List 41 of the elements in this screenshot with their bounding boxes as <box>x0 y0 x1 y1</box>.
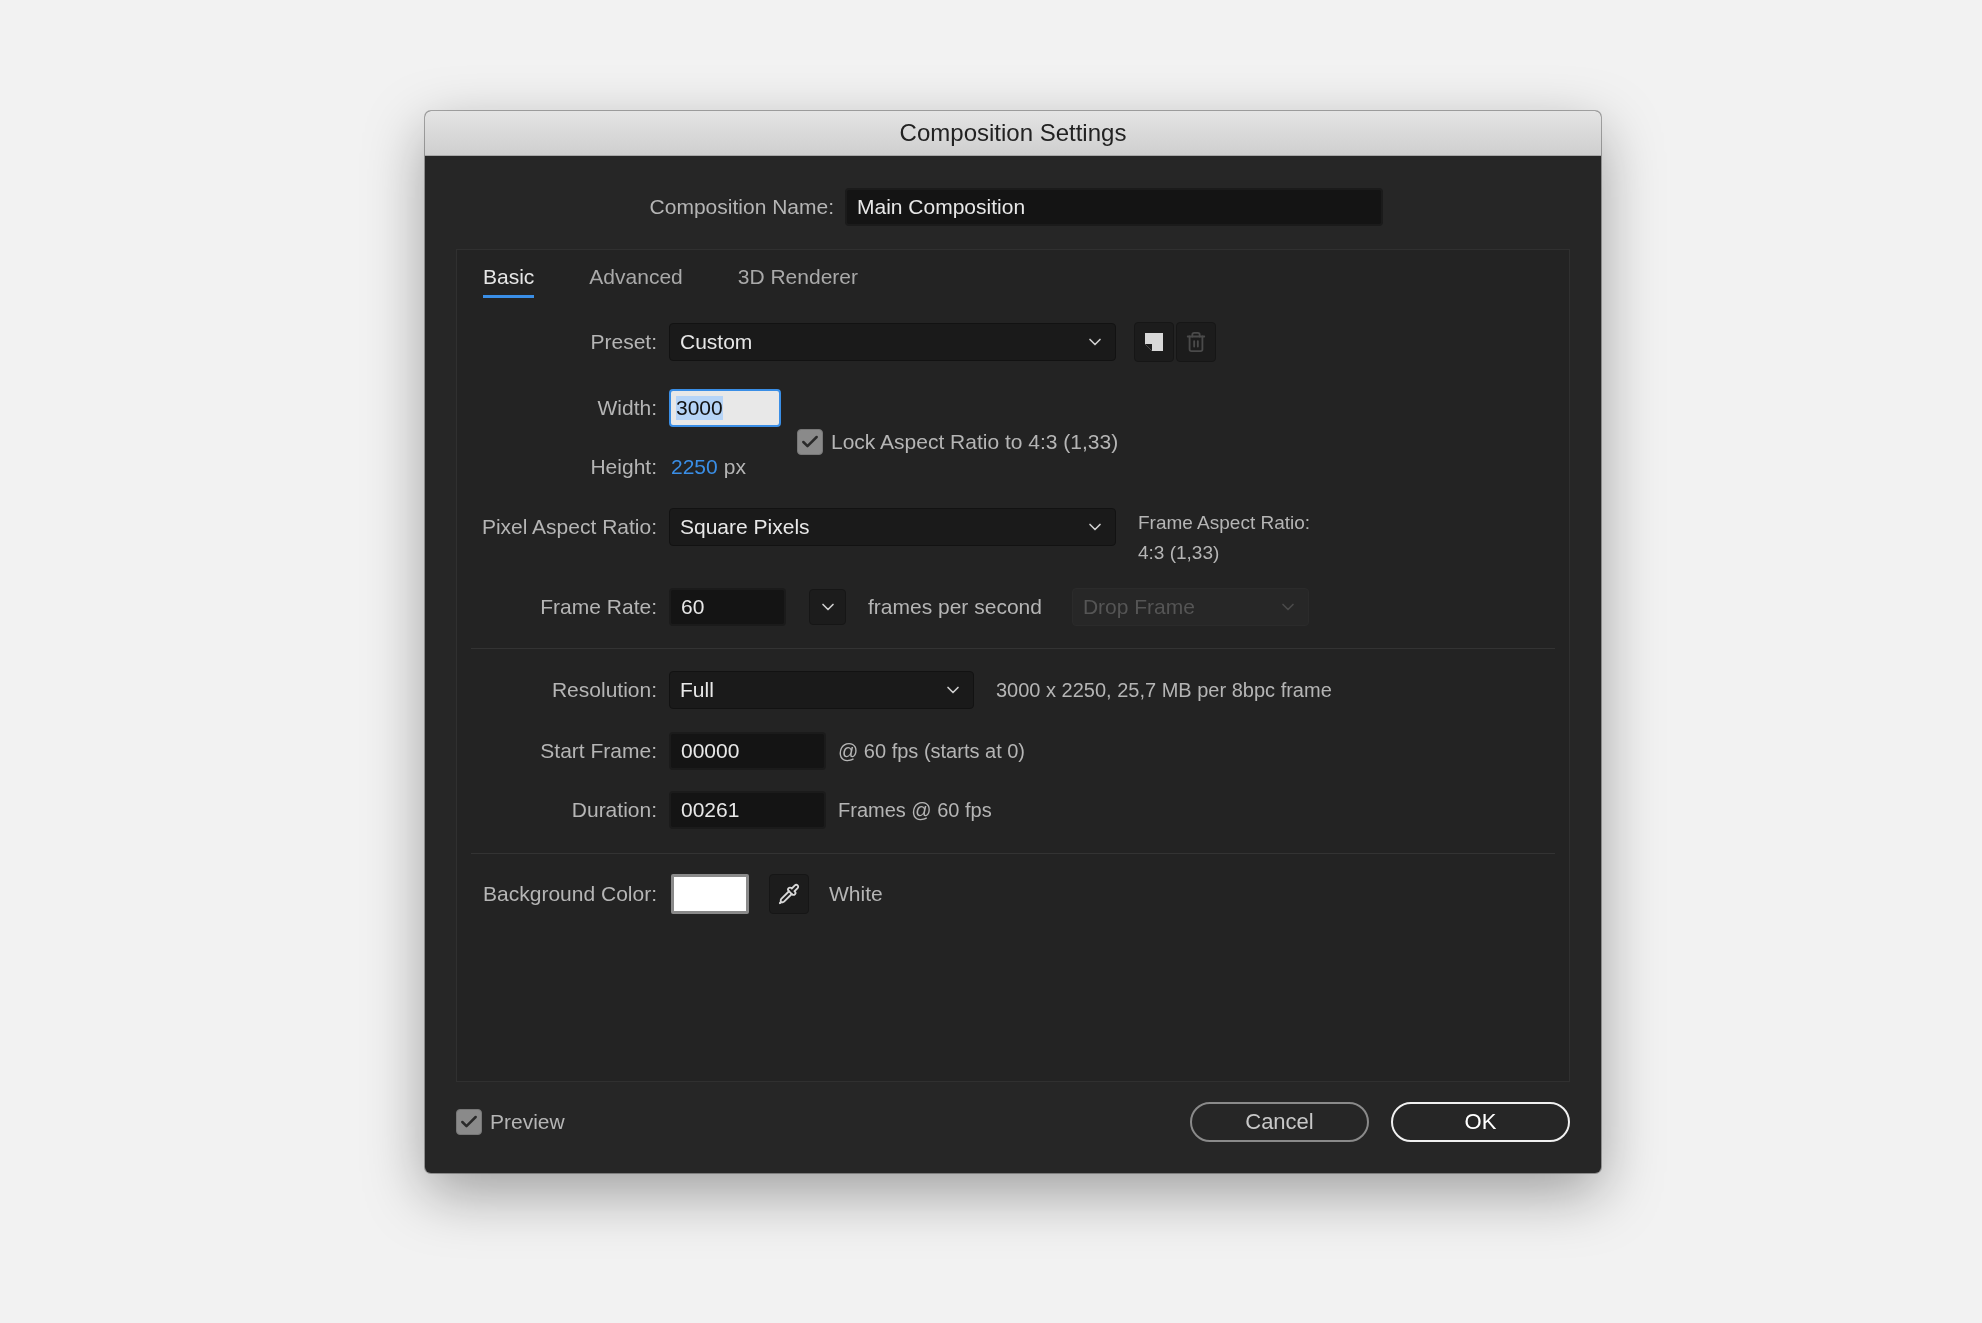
info-text: Frame Aspect Ratio: <box>1138 511 1311 535</box>
input-field[interactable]: 60 <box>669 588 786 626</box>
trash-icon <box>1185 331 1207 353</box>
input-field[interactable]: 3000 <box>669 389 781 427</box>
info-text: Frames @ 60 fps <box>838 798 992 822</box>
cancel-button[interactable]: Cancel <box>1190 1102 1369 1142</box>
field-label: Width: <box>596 395 657 421</box>
eyedropper-icon <box>778 883 800 905</box>
ok-button[interactable]: OK <box>1391 1102 1570 1142</box>
input-field[interactable]: 00261 <box>669 791 826 829</box>
field-label: Pixel Aspect Ratio: <box>480 514 657 540</box>
field-label: Start Frame: <box>539 738 657 764</box>
field-label: Background Color: <box>482 881 657 907</box>
field-label: Height: <box>589 454 657 480</box>
icon-button[interactable] <box>1134 322 1174 362</box>
tab[interactable]: Advanced <box>589 258 683 298</box>
field-label: Frame Rate: <box>539 594 657 620</box>
eyedropper-button[interactable] <box>769 874 809 914</box>
checkbox[interactable]: Preview <box>456 1109 565 1135</box>
input-field[interactable]: Main Composition <box>845 188 1383 226</box>
dropdown[interactable]: Square Pixels <box>669 508 1116 546</box>
dropdown[interactable]: Full <box>669 671 974 709</box>
color-swatch[interactable] <box>671 874 749 914</box>
field-label: Resolution: <box>550 677 657 703</box>
tab[interactable]: Basic <box>483 258 535 298</box>
field-label: Preset: <box>589 329 657 355</box>
input-field[interactable]: 00000 <box>669 732 826 770</box>
document-icon <box>1143 331 1165 353</box>
info-text: 4:3 (1,33) <box>1138 541 1221 565</box>
field-label: Duration: <box>570 797 657 823</box>
info-text: @ 60 fps (starts at 0) <box>838 739 1026 763</box>
value-link[interactable]: 2250 <box>671 455 718 479</box>
color-name: White <box>829 882 883 906</box>
tab[interactable]: 3D Renderer <box>737 258 858 298</box>
info-text: 3000 x 2250, 25,7 MB per 8bpc frame <box>996 678 1332 702</box>
unit-label: frames per second <box>868 595 1042 619</box>
unit-label: px <box>723 455 746 479</box>
checkbox[interactable]: Lock Aspect Ratio to 4:3 (1,33) <box>797 428 1119 455</box>
field-label: Composition Name: <box>648 195 834 219</box>
dropdown[interactable]: Custom <box>669 323 1116 361</box>
window-title: Composition Settings <box>425 111 1601 156</box>
